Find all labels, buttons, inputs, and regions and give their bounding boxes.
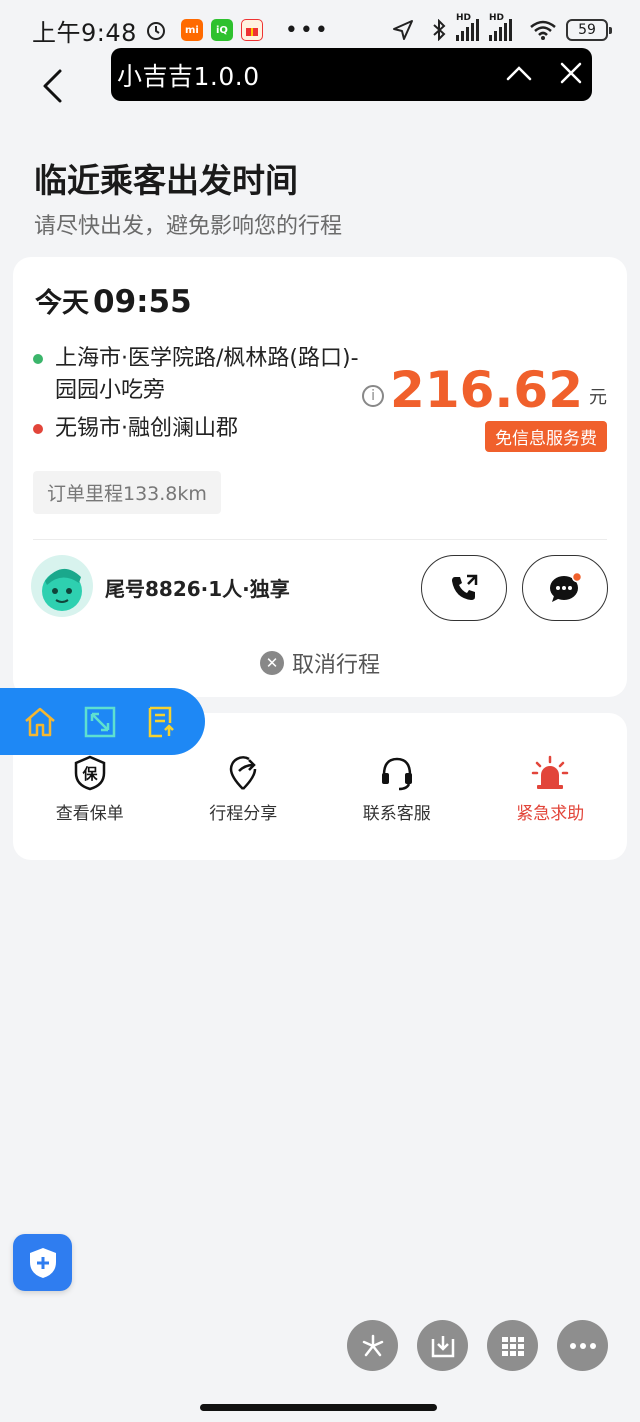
cancel-trip-button[interactable]: ✕ 取消行程: [13, 647, 627, 679]
avatar: [31, 555, 93, 617]
insurance-icon: 保: [74, 755, 105, 791]
more-icon: [569, 1342, 596, 1349]
share-trip-icon: [229, 756, 257, 790]
close-icon: [560, 62, 582, 83]
download-icon: [431, 1335, 454, 1357]
grid-button[interactable]: [487, 1320, 538, 1371]
status-time: 上午9:48: [32, 18, 137, 47]
page-title: 临近乘客出发时间: [34, 161, 298, 200]
close-button[interactable]: [560, 62, 582, 88]
back-button[interactable]: [34, 66, 70, 106]
home-button[interactable]: [20, 702, 60, 742]
wifi-icon: [530, 20, 556, 40]
safety-shield-button[interactable]: [13, 1234, 72, 1291]
shield-plus-icon: [29, 1247, 56, 1278]
pinwheel-button[interactable]: [347, 1320, 398, 1371]
alarm-icon: [145, 19, 167, 41]
collapse-button[interactable]: [506, 65, 532, 85]
hd-label: HD: [489, 13, 505, 23]
passenger-info: 尾号8826·1人·独享: [105, 577, 290, 601]
bluetooth-icon: [432, 19, 446, 41]
trip-card: 今天 09:55 上海市·医学院路/枫林路(路口)-园园小吃旁 无锡市·融创澜山…: [13, 257, 627, 697]
phone-icon: [452, 574, 478, 600]
departure-time: 今天 09:55: [35, 281, 192, 320]
iqiyi-app-icon: iQ: [210, 19, 233, 41]
action-label: 紧急求助: [516, 804, 585, 824]
siren-icon: [532, 755, 569, 789]
grid-icon: [501, 1336, 524, 1356]
origin-dot: [33, 354, 43, 364]
download-button[interactable]: [417, 1320, 468, 1371]
headset-icon: [381, 757, 412, 791]
origin-stop: 上海市·医学院路/枫林路(路口)-园园小吃旁: [33, 343, 373, 407]
action-label: 联系客服: [362, 804, 431, 824]
departure-day: 今天: [35, 288, 89, 319]
hd-label: HD: [456, 13, 472, 23]
mini-program-title: 小吉吉1.0.0: [117, 61, 260, 91]
action-label: 查看保单: [55, 804, 124, 824]
more-dots-icon: •••: [284, 17, 330, 43]
chevron-up-icon: [506, 65, 532, 80]
mi-app-icon: mi: [180, 19, 203, 41]
resize-icon: [85, 706, 116, 737]
fare-amount: 216.62: [390, 361, 583, 419]
page-subtitle: 请尽快出发，避免影响您的行程: [34, 214, 343, 239]
chat-button[interactable]: [522, 555, 608, 621]
upload-note-button[interactable]: [141, 702, 181, 742]
fare-unit: 元: [589, 387, 607, 408]
home-indicator[interactable]: [200, 1404, 437, 1411]
battery-icon: 59: [566, 19, 612, 41]
order-distance: 订单里程133.8km: [33, 471, 221, 514]
fare: i 216.62 元 免信息服务费: [362, 363, 607, 452]
chat-icon: [550, 572, 582, 602]
destination-address: 无锡市·融创澜山郡: [55, 416, 238, 441]
signal-hd-icon: HD: [489, 13, 512, 41]
pinwheel-icon: [362, 1334, 383, 1356]
more-button[interactable]: [557, 1320, 608, 1371]
cancel-icon: ✕: [259, 651, 284, 675]
divider: [33, 539, 607, 540]
mini-program-bar: 小吉吉1.0.0: [111, 48, 592, 101]
insurance-glyph: 保: [81, 765, 98, 783]
fare-badge: 免信息服务费: [485, 421, 607, 452]
call-button[interactable]: [421, 555, 507, 621]
location-arrow-icon: [392, 19, 414, 41]
emergency-help-button[interactable]: 紧急求助: [474, 713, 628, 860]
home-icon: [25, 707, 55, 736]
action-label: 行程分享: [209, 804, 278, 824]
origin-address: 上海市·医学院路/枫林路(路口)-园园小吃旁: [55, 346, 359, 403]
departure-clock: 09:55: [93, 284, 192, 320]
customer-service-button[interactable]: 联系客服: [320, 713, 474, 860]
destination-dot: [33, 424, 43, 434]
signal-hd-icon: HD: [456, 13, 479, 41]
gift-app-icon: [240, 19, 263, 41]
upload-note-icon: [148, 706, 174, 737]
cancel-trip-label: 取消行程: [291, 653, 380, 678]
destination-stop: 无锡市·融创澜山郡: [33, 413, 373, 445]
resize-button[interactable]: [80, 702, 120, 742]
route: 上海市·医学院路/枫林路(路口)-园园小吃旁 无锡市·融创澜山郡: [33, 343, 373, 451]
floating-nav: [0, 688, 205, 755]
info-icon[interactable]: i: [362, 385, 385, 407]
chevron-left-icon: [43, 69, 62, 103]
